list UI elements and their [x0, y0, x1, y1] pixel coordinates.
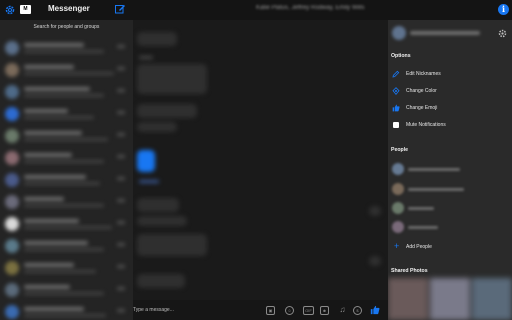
message-bubble	[137, 64, 207, 94]
conversation-item[interactable]	[0, 103, 133, 125]
people-header: People	[391, 147, 409, 153]
message-bubble	[137, 104, 197, 118]
conversation-item[interactable]	[0, 81, 133, 103]
message-image	[137, 150, 155, 172]
change-color-option[interactable]: Change Color	[392, 85, 510, 97]
person-item[interactable]	[392, 220, 510, 236]
message-input-placeholder: Type a message...	[133, 307, 174, 313]
message-bubble	[137, 274, 185, 288]
mute-notifications-option[interactable]: Mute Notifications	[392, 119, 510, 131]
payment-icon[interactable]: $	[353, 306, 362, 315]
message-bubble	[137, 198, 179, 212]
settings-gear-icon[interactable]	[4, 4, 16, 16]
sticker-icon[interactable]: ☺	[285, 306, 294, 315]
app-title: Messenger	[48, 4, 90, 13]
info-icon[interactable]: i	[498, 4, 509, 15]
compose-icon[interactable]	[114, 3, 126, 15]
image-icon[interactable]: ▣	[266, 306, 275, 315]
person-item[interactable]	[392, 201, 510, 217]
message-thread	[133, 20, 388, 300]
mute-notifications-checkbox[interactable]	[393, 122, 399, 128]
message-bubble	[137, 122, 177, 132]
thumbs-up-icon	[392, 104, 400, 112]
pencil-icon	[392, 70, 400, 78]
message-list	[133, 20, 388, 300]
conversation-item[interactable]	[0, 147, 133, 169]
color-icon	[392, 87, 400, 95]
mute-notifications-label: Mute Notifications	[406, 122, 446, 128]
conversation-item[interactable]	[0, 213, 133, 235]
conversation-item[interactable]	[0, 257, 133, 279]
conversation-item[interactable]	[0, 125, 133, 147]
conversation-title: Katie Platus, Jeffrey Rodway, Emily Will…	[256, 5, 365, 11]
emoji-icon[interactable]: ☻	[320, 306, 329, 315]
change-color-label: Change Color	[406, 88, 437, 94]
group-name	[410, 31, 480, 35]
person-item[interactable]	[392, 162, 510, 178]
change-emoji-option[interactable]: Change Emoji	[392, 102, 510, 114]
conversation-sidebar: Search for people and groups	[0, 20, 133, 320]
shared-photos-header: Shared Photos	[391, 268, 428, 274]
message-bubble	[369, 256, 381, 266]
conversation-details-panel: Options Edit Nicknames Change Color Chan…	[388, 20, 512, 320]
message-line	[139, 180, 159, 183]
add-people-button[interactable]: + Add People	[392, 241, 510, 253]
edit-nicknames-option[interactable]: Edit Nicknames	[392, 68, 510, 80]
microphone-icon[interactable]: ♫	[338, 306, 347, 315]
person-item[interactable]	[392, 182, 510, 198]
gif-icon[interactable]: GIF	[303, 306, 314, 315]
message-line	[139, 56, 153, 59]
conversation-item[interactable]	[0, 59, 133, 81]
edit-nicknames-label: Edit Nicknames	[406, 71, 441, 77]
panel-header	[388, 20, 512, 46]
conversation-list	[0, 37, 133, 320]
change-emoji-label: Change Emoji	[406, 105, 438, 111]
message-bubble	[137, 234, 207, 256]
conversation-item[interactable]	[0, 169, 133, 191]
like-icon[interactable]	[370, 305, 380, 315]
add-people-label: Add People	[406, 244, 432, 250]
message-composer: Type a message... ▣ ☺ GIF ☻ ♫ $	[133, 300, 388, 320]
message-bubble	[137, 32, 177, 46]
conversation-item[interactable]	[0, 191, 133, 213]
group-avatar	[392, 26, 406, 40]
app-logo: M	[20, 5, 31, 14]
conversation-item[interactable]	[0, 37, 133, 59]
gear-icon[interactable]	[498, 29, 507, 38]
conversation-item[interactable]	[0, 301, 133, 320]
message-bubble	[137, 216, 187, 226]
message-bubble	[369, 206, 381, 216]
conversation-item[interactable]	[0, 235, 133, 257]
top-bar: M Messenger Katie Platus, Jeffrey Rodway…	[0, 0, 512, 20]
conversation-item[interactable]	[0, 279, 133, 301]
search-input[interactable]: Search for people and groups	[0, 24, 133, 30]
shared-photos-grid[interactable]	[388, 278, 512, 320]
options-header: Options	[391, 53, 411, 59]
plus-icon: +	[394, 241, 400, 251]
